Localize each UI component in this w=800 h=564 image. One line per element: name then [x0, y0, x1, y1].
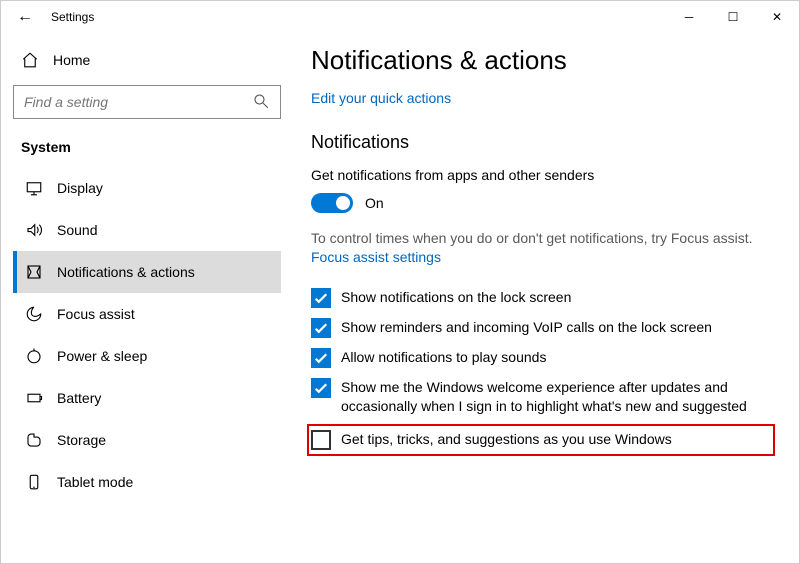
sidebar-item-focus-assist[interactable]: Focus assist — [13, 293, 281, 335]
nav-label: Power & sleep — [57, 348, 147, 364]
sidebar-item-sound[interactable]: Sound — [13, 209, 281, 251]
sidebar-item-display[interactable]: Display — [13, 167, 281, 209]
option-row: Show reminders and incoming VoIP calls o… — [311, 313, 775, 343]
maximize-button[interactable]: ☐ — [711, 1, 755, 33]
nav-label: Focus assist — [57, 306, 135, 322]
nav-label: Battery — [57, 390, 101, 406]
sidebar-item-notifications-actions[interactable]: Notifications & actions — [13, 251, 281, 293]
focus-assist-link[interactable]: Focus assist settings — [311, 249, 775, 265]
sidebar: Home System Display Sound Notifications & … — [1, 33, 293, 563]
nav-icon — [25, 221, 43, 239]
focus-assist-text: To control times when you do or don't ge… — [311, 229, 775, 249]
option-label: Show reminders and incoming VoIP calls o… — [341, 318, 712, 338]
window-title: Settings — [51, 10, 94, 24]
option-label: Get tips, tricks, and suggestions as you… — [341, 430, 672, 450]
sidebar-item-storage[interactable]: Storage — [13, 419, 281, 461]
section-notifications: Notifications — [311, 132, 775, 153]
minimize-button[interactable]: ─ — [667, 1, 711, 33]
page-title: Notifications & actions — [311, 45, 775, 76]
nav-icon — [25, 305, 43, 323]
option-label: Show notifications on the lock screen — [341, 288, 571, 308]
edit-quick-actions-link[interactable]: Edit your quick actions — [311, 90, 775, 106]
search-icon — [252, 92, 270, 113]
nav-label: Display — [57, 180, 103, 196]
nav-label: Storage — [57, 432, 106, 448]
notifications-toggle[interactable] — [311, 193, 353, 213]
nav-icon — [25, 473, 43, 491]
category-system: System — [21, 139, 273, 155]
checkbox[interactable] — [311, 378, 331, 398]
sidebar-item-power-sleep[interactable]: Power & sleep — [13, 335, 281, 377]
nav-icon — [25, 179, 43, 197]
option-label: Allow notifications to play sounds — [341, 348, 546, 368]
checkbox[interactable] — [311, 348, 331, 368]
option-label: Show me the Windows welcome experience a… — [341, 378, 775, 417]
option-row: Get tips, tricks, and suggestions as you… — [307, 424, 775, 456]
search-field[interactable] — [24, 94, 252, 110]
checkbox[interactable] — [311, 318, 331, 338]
back-button[interactable]: ← — [11, 8, 39, 26]
main-content: Notifications & actions Edit your quick … — [293, 33, 799, 563]
nav-home-label: Home — [53, 52, 90, 68]
nav-home[interactable]: Home — [13, 41, 281, 79]
nav-label: Tablet mode — [57, 474, 133, 490]
sidebar-item-battery[interactable]: Battery — [13, 377, 281, 419]
checkbox[interactable] — [311, 430, 331, 450]
nav-icon — [25, 431, 43, 449]
sidebar-item-tablet-mode[interactable]: Tablet mode — [13, 461, 281, 503]
search-input[interactable] — [13, 85, 281, 119]
home-icon — [21, 51, 39, 69]
nav-label: Sound — [57, 222, 97, 238]
option-row: Show notifications on the lock screen — [311, 283, 775, 313]
nav-icon — [25, 389, 43, 407]
get-notifications-label: Get notifications from apps and other se… — [311, 167, 775, 183]
nav-icon — [25, 263, 43, 281]
toggle-label: On — [365, 195, 384, 211]
nav-label: Notifications & actions — [57, 264, 195, 280]
checkbox[interactable] — [311, 288, 331, 308]
close-button[interactable]: ✕ — [755, 1, 799, 33]
option-row: Show me the Windows welcome experience a… — [311, 373, 775, 422]
option-row: Allow notifications to play sounds — [311, 343, 775, 373]
nav-icon — [25, 347, 43, 365]
